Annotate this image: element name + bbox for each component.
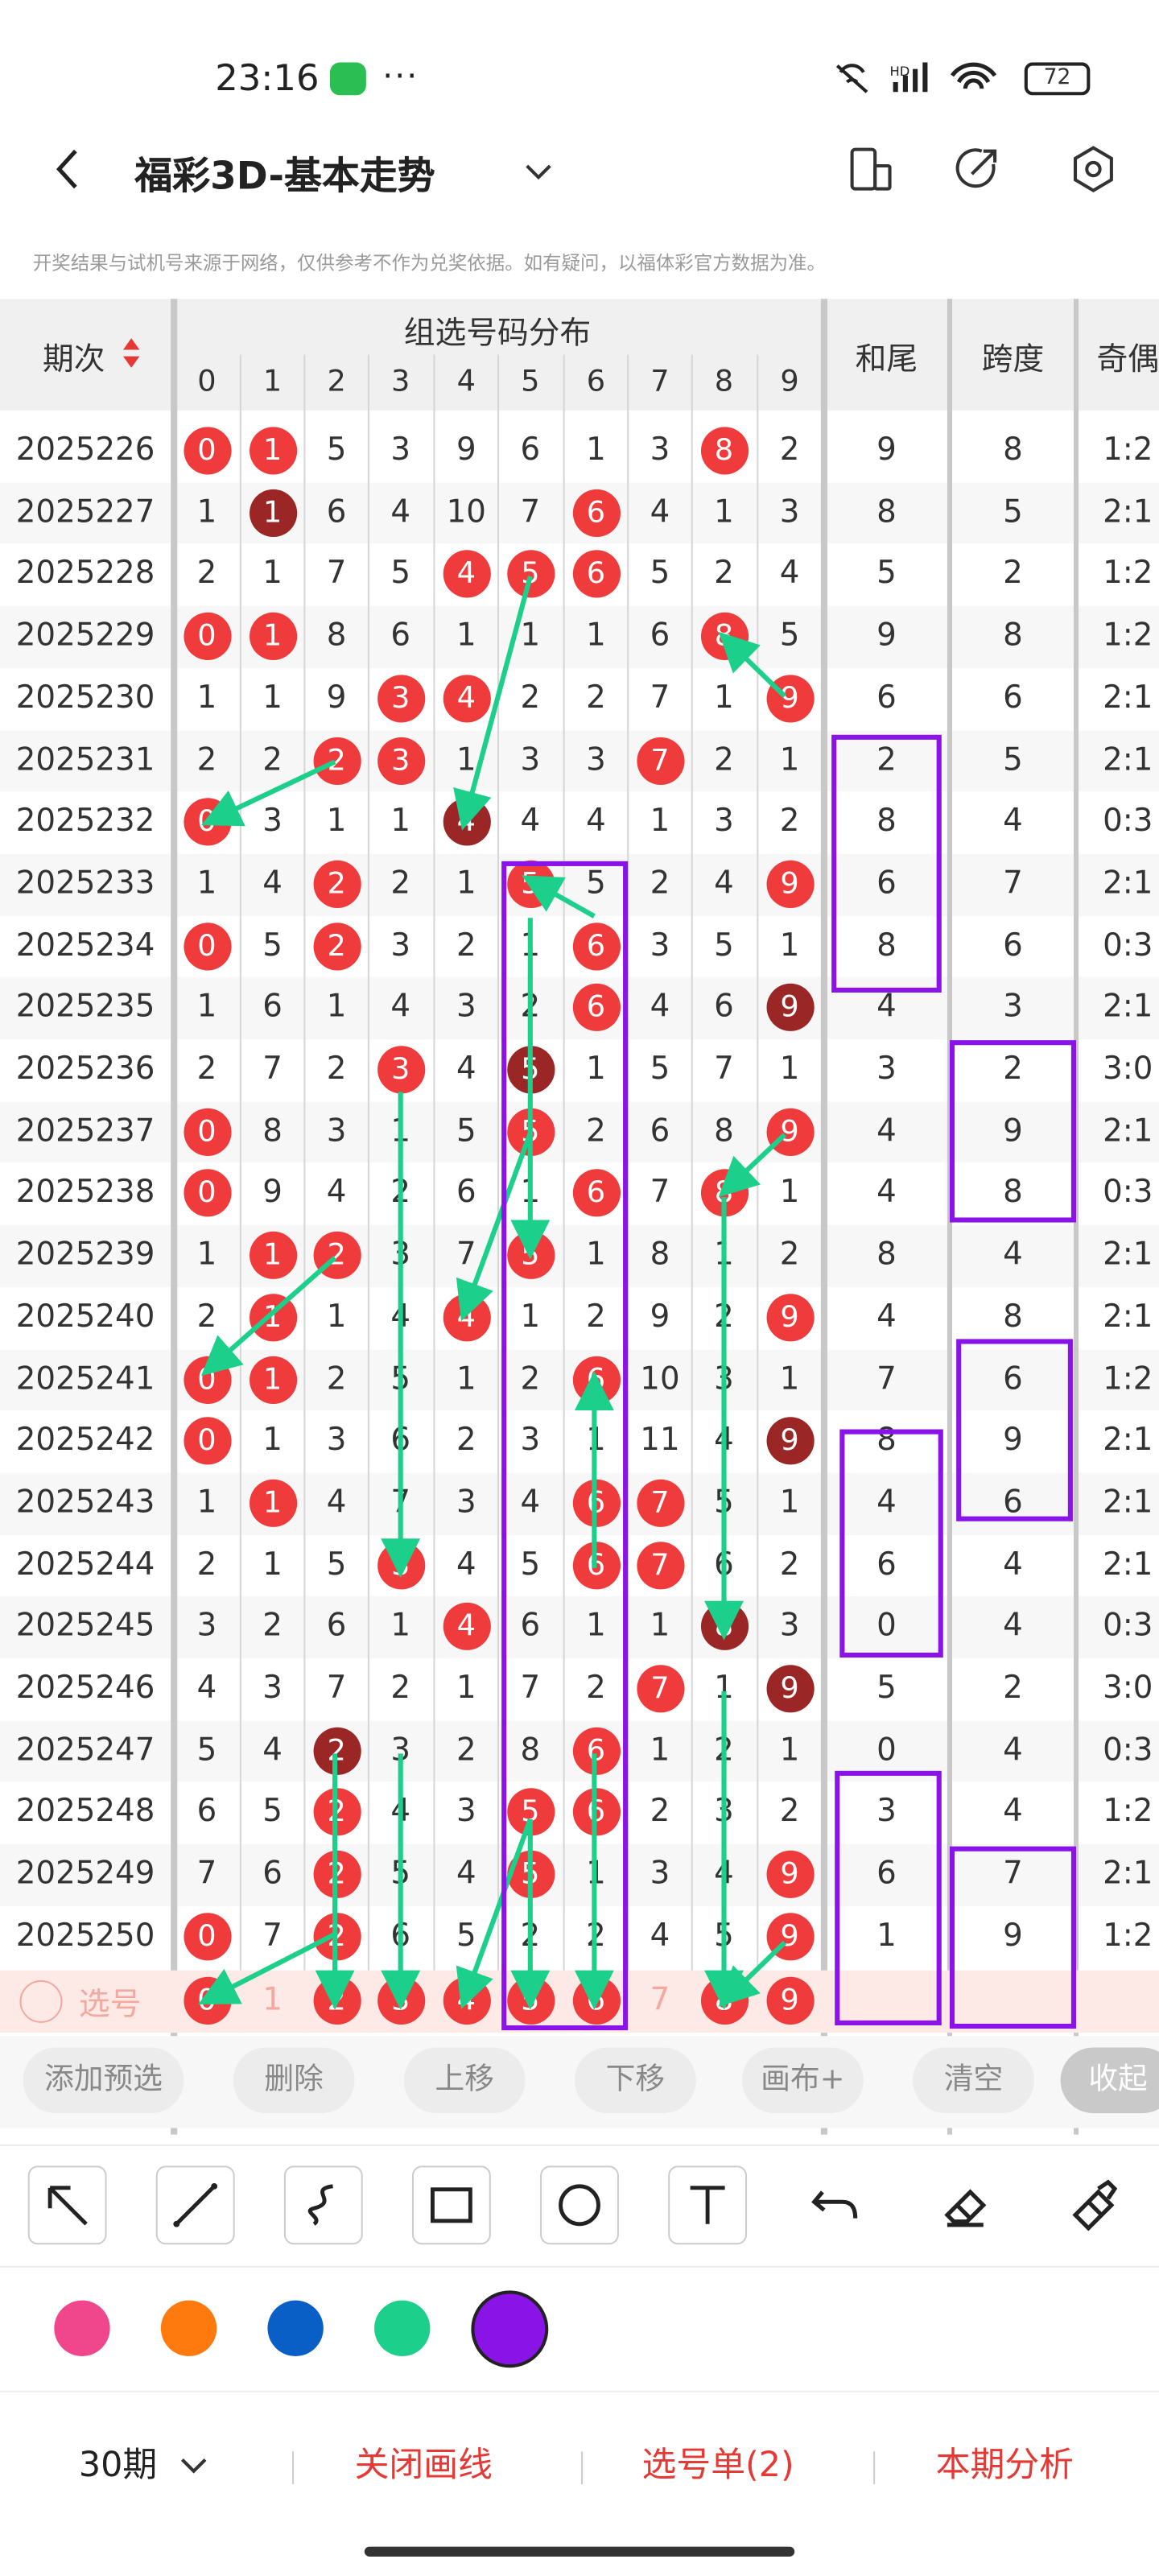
divider: [581, 2451, 584, 2485]
wechat-icon: [329, 62, 366, 96]
trend-arrows: [198, 576, 787, 2010]
page-title: 福彩3D-基本走势: [134, 155, 435, 199]
divider: [873, 2451, 876, 2485]
signal-indicator: HD: [834, 59, 1011, 105]
chevron-down-icon[interactable]: [519, 151, 559, 191]
line-tool-icon[interactable]: [155, 2165, 235, 2245]
status-time: 23:16: [215, 59, 320, 101]
arrow-tool-icon[interactable]: [27, 2165, 107, 2245]
color-swatch-orange[interactable]: [160, 2300, 217, 2356]
clear-drawing-icon[interactable]: [1052, 2165, 1131, 2244]
rotate-screen-icon[interactable]: [845, 144, 894, 193]
data-source-notice: 开奖结果与试机号来源于网络，仅供参考不作为兑奖依据。如有疑问，以福体彩官方数据为…: [32, 251, 826, 275]
signal-icons: HD: [835, 62, 997, 93]
move-up-button[interactable]: 上移: [403, 2047, 526, 2114]
period-count-select[interactable]: 30期: [79, 2438, 157, 2487]
collapse-button[interactable]: 收起: [1060, 2047, 1159, 2114]
pick-list-button[interactable]: 选号单(2): [642, 2438, 794, 2487]
add-preselect-button[interactable]: 添加预选: [23, 2047, 184, 2114]
chevron-down-icon[interactable]: [177, 2454, 210, 2478]
text-tool-icon[interactable]: [668, 2165, 748, 2245]
rectangle-tool-icon[interactable]: [411, 2165, 491, 2245]
drawing-toolbar: [0, 2144, 1159, 2266]
eraser-icon[interactable]: [924, 2165, 1003, 2244]
drawing-overlay: [198, 576, 1077, 2031]
chevron-left-icon[interactable]: [46, 144, 95, 193]
settings-icon[interactable]: [1069, 144, 1118, 193]
undo-icon[interactable]: [796, 2165, 875, 2244]
status-more: ···: [382, 56, 419, 96]
current-analysis-button[interactable]: 本期分析: [936, 2438, 1074, 2487]
battery-icon: 72: [1024, 62, 1091, 96]
color-swatch-blue[interactable]: [267, 2300, 324, 2356]
canvas-plus-button[interactable]: 画布+: [741, 2047, 864, 2114]
color-swatch-purple-selected[interactable]: [471, 2290, 549, 2368]
move-down-button[interactable]: 下移: [574, 2047, 696, 2114]
color-swatch-green[interactable]: [374, 2300, 431, 2356]
home-indicator: [364, 2546, 795, 2557]
close-lines-button[interactable]: 关闭画线: [355, 2438, 493, 2487]
pick-toolbar: 添加预选 删除 上移 下移 画布+ 清空 收起: [0, 2036, 1159, 2128]
clear-button[interactable]: 清空: [913, 2047, 1035, 2114]
color-picker: [0, 2265, 1159, 2391]
status-bar: 23:16 ··· HD 72: [0, 0, 1159, 131]
circle-tool-icon[interactable]: [540, 2165, 619, 2245]
nav-bar: 福彩3D-基本走势: [0, 131, 1159, 223]
divider: [292, 2451, 295, 2485]
delete-button[interactable]: 删除: [233, 2047, 355, 2114]
curve-tool-icon[interactable]: [283, 2165, 363, 2245]
color-swatch-pink[interactable]: [54, 2300, 110, 2356]
share-icon[interactable]: [952, 144, 1001, 193]
highlight-boxes: [501, 734, 1077, 2031]
bottom-action-bar: 30期 关闭画线 选号单(2) 本期分析: [0, 2390, 1159, 2532]
